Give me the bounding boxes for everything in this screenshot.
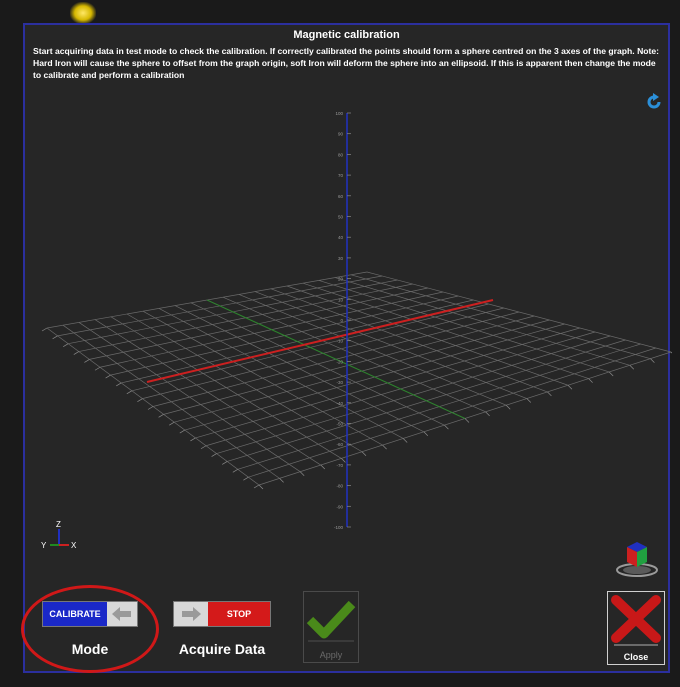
z-tick-label: -40 [336, 401, 343, 406]
axis-tick [341, 458, 346, 463]
3d-plot[interactable]: 1009080706050403020100-10-20-30-40-50-60… [25, 25, 672, 675]
axis-tick [63, 343, 69, 348]
grid-line [366, 271, 672, 353]
apply-label: Apply [319, 650, 343, 660]
z-tick-label: -100 [334, 525, 344, 530]
arrow-right-icon [174, 602, 208, 626]
axis-tick [41, 327, 48, 332]
z-tick-label: -10 [336, 339, 343, 344]
axis-tick [147, 406, 154, 410]
z-tick-label: 30 [338, 256, 344, 261]
axis-tick [232, 468, 238, 473]
z-tick-label: 10 [338, 297, 344, 302]
z-tick-label: 20 [338, 277, 344, 282]
close-button[interactable]: Close [607, 591, 665, 665]
axis-tick [444, 424, 449, 430]
view-cube-icon[interactable] [615, 537, 659, 577]
axis-tick [94, 366, 101, 371]
axis-tick [137, 398, 143, 402]
z-tick-label: 100 [335, 111, 343, 116]
axis-tick [253, 484, 260, 489]
axis-tick [629, 365, 635, 370]
z-tick-label: -20 [336, 359, 343, 364]
axis-tick [169, 421, 175, 426]
z-tick-label: 40 [338, 235, 344, 240]
taskbar [0, 673, 680, 687]
acquire-data-label: Acquire Data [178, 641, 266, 657]
calibrate-button-label: CALIBRATE [43, 602, 107, 626]
z-tick-label: 80 [338, 152, 344, 157]
axis-tick [73, 351, 79, 355]
calibration-dialog: Magnetic calibration Start acquiring dat… [21, 23, 672, 675]
axis-tick [320, 464, 326, 470]
axis-tick [52, 335, 58, 340]
axis-tick [222, 461, 228, 465]
z-tick-label: 70 [338, 173, 344, 178]
status-light [70, 2, 96, 24]
axis-tick [158, 414, 164, 418]
z-tick-label: -30 [336, 380, 343, 385]
axis-indicator: Z Y X [41, 520, 77, 550]
axis-tick [84, 359, 90, 363]
apply-button[interactable]: Apply [303, 591, 359, 663]
axis-tick [526, 398, 532, 403]
axis-tick [423, 431, 429, 437]
checkmark-icon [306, 600, 356, 642]
axis-tick [361, 451, 367, 456]
z-tick-label: -80 [336, 484, 343, 489]
axis-tick [382, 444, 387, 450]
axis-tick [211, 453, 217, 457]
axis-tick [547, 391, 552, 397]
z-tick-label: -70 [336, 463, 343, 468]
axis-tick [116, 382, 122, 387]
z-tick-label: 50 [338, 215, 344, 220]
close-x-icon [611, 595, 661, 646]
axis-indicator-y: Y [41, 541, 47, 550]
axis-tick [190, 437, 196, 442]
arrow-left-icon [107, 602, 137, 626]
axis-tick [588, 378, 593, 383]
stop-button-label: STOP [208, 602, 270, 626]
axis-tick [105, 374, 111, 379]
calibrate-mode-button[interactable]: CALIBRATE [42, 601, 138, 627]
axis-tick [567, 385, 573, 390]
axis-tick [650, 358, 655, 363]
axis-tick [485, 411, 490, 417]
z-tick-label: 60 [338, 194, 344, 199]
z-tick-label: -50 [336, 422, 343, 427]
axis-tick [258, 484, 264, 490]
mode-label: Mode [71, 641, 109, 657]
axis-tick [126, 390, 132, 395]
axis-tick [402, 438, 408, 443]
z-tick-label: -60 [336, 442, 343, 447]
axis-tick [608, 371, 614, 377]
axis-tick [243, 476, 249, 481]
axis-tick [299, 471, 305, 476]
z-tick-label: -90 [336, 504, 343, 509]
z-tick-label: 90 [338, 132, 344, 137]
grid-line [334, 277, 630, 366]
axis-indicator-z: Z [56, 520, 61, 529]
axis-tick [464, 418, 470, 423]
axis-tick [505, 404, 511, 410]
close-label: Close [623, 652, 649, 662]
grid-line [350, 274, 651, 359]
axis-tick [279, 478, 284, 483]
mode-highlight-circle [21, 585, 159, 673]
acquire-data-button[interactable]: STOP [173, 601, 271, 627]
axis-tick [200, 445, 207, 450]
axis-tick [179, 429, 185, 434]
axis-indicator-x: X [71, 541, 77, 550]
axis-tick [670, 351, 672, 354]
